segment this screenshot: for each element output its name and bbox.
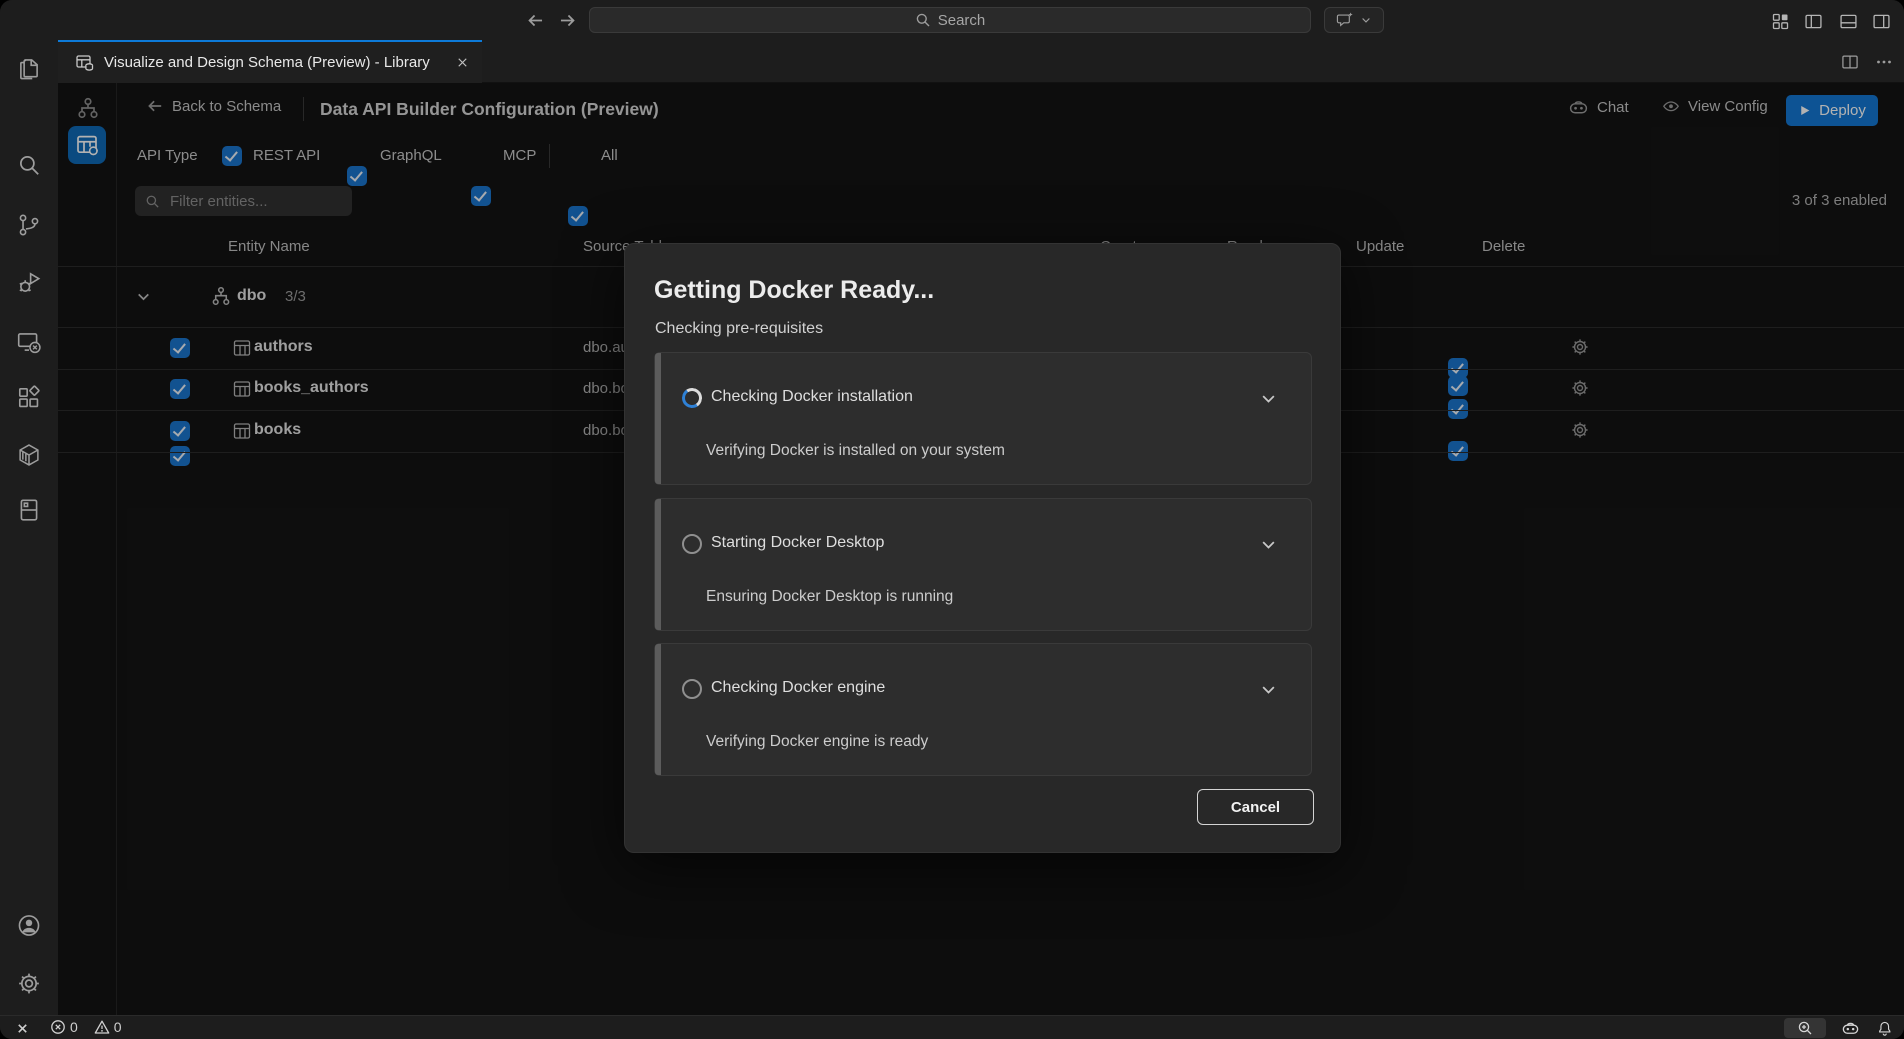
warning-icon (94, 1019, 110, 1035)
copilot-menu-button[interactable] (1324, 7, 1384, 33)
step-description: Ensuring Docker Desktop is running (706, 588, 953, 606)
step-label: Checking Docker installation (711, 388, 913, 406)
zoom-indicator-icon[interactable] (1784, 1018, 1826, 1038)
dialog-title: Getting Docker Ready... (654, 276, 934, 305)
copilot-chat-icon (1336, 11, 1354, 29)
copilot-status-icon[interactable] (1838, 1018, 1862, 1038)
error-icon (50, 1019, 66, 1035)
nav-forward-icon[interactable] (555, 8, 579, 32)
sql-server-icon[interactable] (16, 497, 42, 523)
step-label: Starting Docker Desktop (711, 534, 884, 552)
explorer-icon[interactable] (16, 55, 42, 81)
toggle-primary-sidebar-icon[interactable] (1801, 9, 1825, 33)
schema-designer-tab-icon (75, 53, 95, 73)
vscode-window: Search Visualize and Design (0, 0, 1904, 1039)
remote-explorer-icon[interactable] (16, 329, 42, 355)
chevron-down-icon[interactable] (1259, 535, 1278, 554)
activity-bar (0, 40, 58, 1015)
error-count: 0 (70, 1019, 78, 1035)
dialog-subtitle: Checking pre-requisites (655, 320, 823, 338)
step-card-docker-installation[interactable]: Checking Docker installation Verifying D… (654, 352, 1312, 485)
editor-tab-bar: Visualize and Design Schema (Preview) - … (58, 40, 1904, 83)
step-description: Verifying Docker engine is ready (706, 733, 928, 751)
spinner-icon (680, 386, 703, 409)
source-control-icon[interactable] (16, 212, 42, 238)
run-debug-icon[interactable] (16, 270, 42, 296)
search-icon (915, 12, 931, 28)
warning-count: 0 (114, 1019, 122, 1035)
remote-indicator-icon[interactable] (12, 1019, 32, 1037)
notifications-bell-icon[interactable] (1872, 1018, 1896, 1038)
tab-title: Visualize and Design Schema (Preview) - … (104, 54, 430, 71)
cancel-label: Cancel (1231, 799, 1280, 816)
chevron-down-icon[interactable] (1259, 680, 1278, 699)
customize-layout-icon[interactable] (1768, 9, 1792, 33)
cancel-button[interactable]: Cancel (1197, 789, 1314, 825)
problems-indicator[interactable]: 0 0 (50, 1019, 122, 1035)
containers-icon[interactable] (16, 442, 42, 468)
pending-circle-icon (682, 534, 702, 554)
title-bar: Search (0, 0, 1904, 40)
tab-close-icon[interactable] (455, 55, 470, 70)
getting-docker-ready-dialog: Getting Docker Ready... Checking pre-req… (624, 243, 1341, 853)
search-label: Search (938, 12, 986, 29)
step-label: Checking Docker engine (711, 679, 885, 697)
toggle-panel-icon[interactable] (1836, 9, 1860, 33)
nav-back-icon[interactable] (523, 8, 547, 32)
search-sidebar-icon[interactable] (16, 152, 42, 178)
split-editor-icon[interactable] (1838, 50, 1862, 74)
toggle-secondary-sidebar-icon[interactable] (1869, 9, 1893, 33)
extensions-icon[interactable] (16, 385, 42, 411)
command-center-search[interactable]: Search (589, 7, 1311, 33)
tab-visualize-design-schema[interactable]: Visualize and Design Schema (Preview) - … (58, 40, 482, 83)
pending-circle-icon (682, 679, 702, 699)
step-description: Verifying Docker is installed on your sy… (706, 442, 1005, 460)
account-icon[interactable] (16, 912, 42, 938)
status-bar: 0 0 (0, 1015, 1904, 1039)
step-card-docker-desktop[interactable]: Starting Docker Desktop Ensuring Docker … (654, 498, 1312, 631)
step-card-docker-engine[interactable]: Checking Docker engine Verifying Docker … (654, 643, 1312, 776)
settings-gear-icon[interactable] (16, 970, 42, 996)
chevron-down-icon (1360, 14, 1372, 26)
chevron-down-icon[interactable] (1259, 389, 1278, 408)
more-actions-icon[interactable] (1872, 50, 1896, 74)
